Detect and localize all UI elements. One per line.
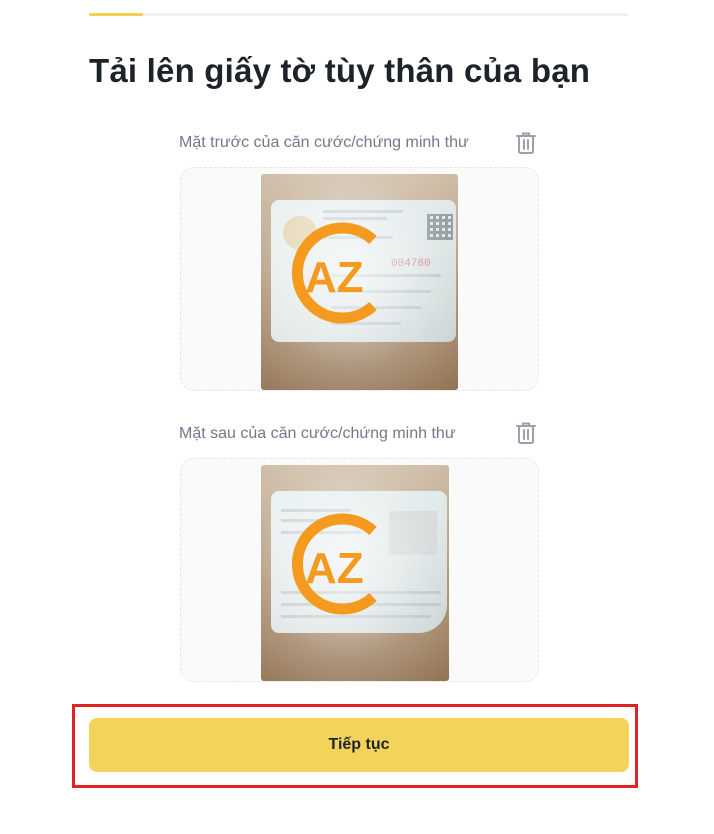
page-title: Tải lên giấy tờ tùy thân của bạn (89, 52, 591, 89)
progress-fill (89, 13, 143, 16)
continue-button[interactable]: Tiếp tục (89, 718, 629, 772)
back-upload-area[interactable]: AZ (180, 458, 539, 682)
az-watermark-text: AZ (305, 253, 364, 302)
trash-icon (516, 422, 536, 444)
progress-track (89, 13, 629, 16)
az-watermark-text: AZ (305, 544, 364, 593)
front-upload-area[interactable]: 004780 AZ (180, 167, 539, 391)
back-id-photo: AZ (261, 465, 449, 681)
back-delete-button[interactable] (513, 420, 539, 446)
front-upload-label: Mặt trước của căn cước/chứng minh thư (179, 134, 469, 151)
back-upload-label: Mặt sau của căn cước/chứng minh thư (179, 425, 456, 442)
front-id-photo: 004780 AZ (261, 174, 458, 390)
az-watermark-logo: AZ (291, 513, 377, 615)
front-delete-button[interactable] (513, 130, 539, 156)
az-watermark-logo: AZ (291, 222, 377, 324)
trash-icon (516, 132, 536, 154)
